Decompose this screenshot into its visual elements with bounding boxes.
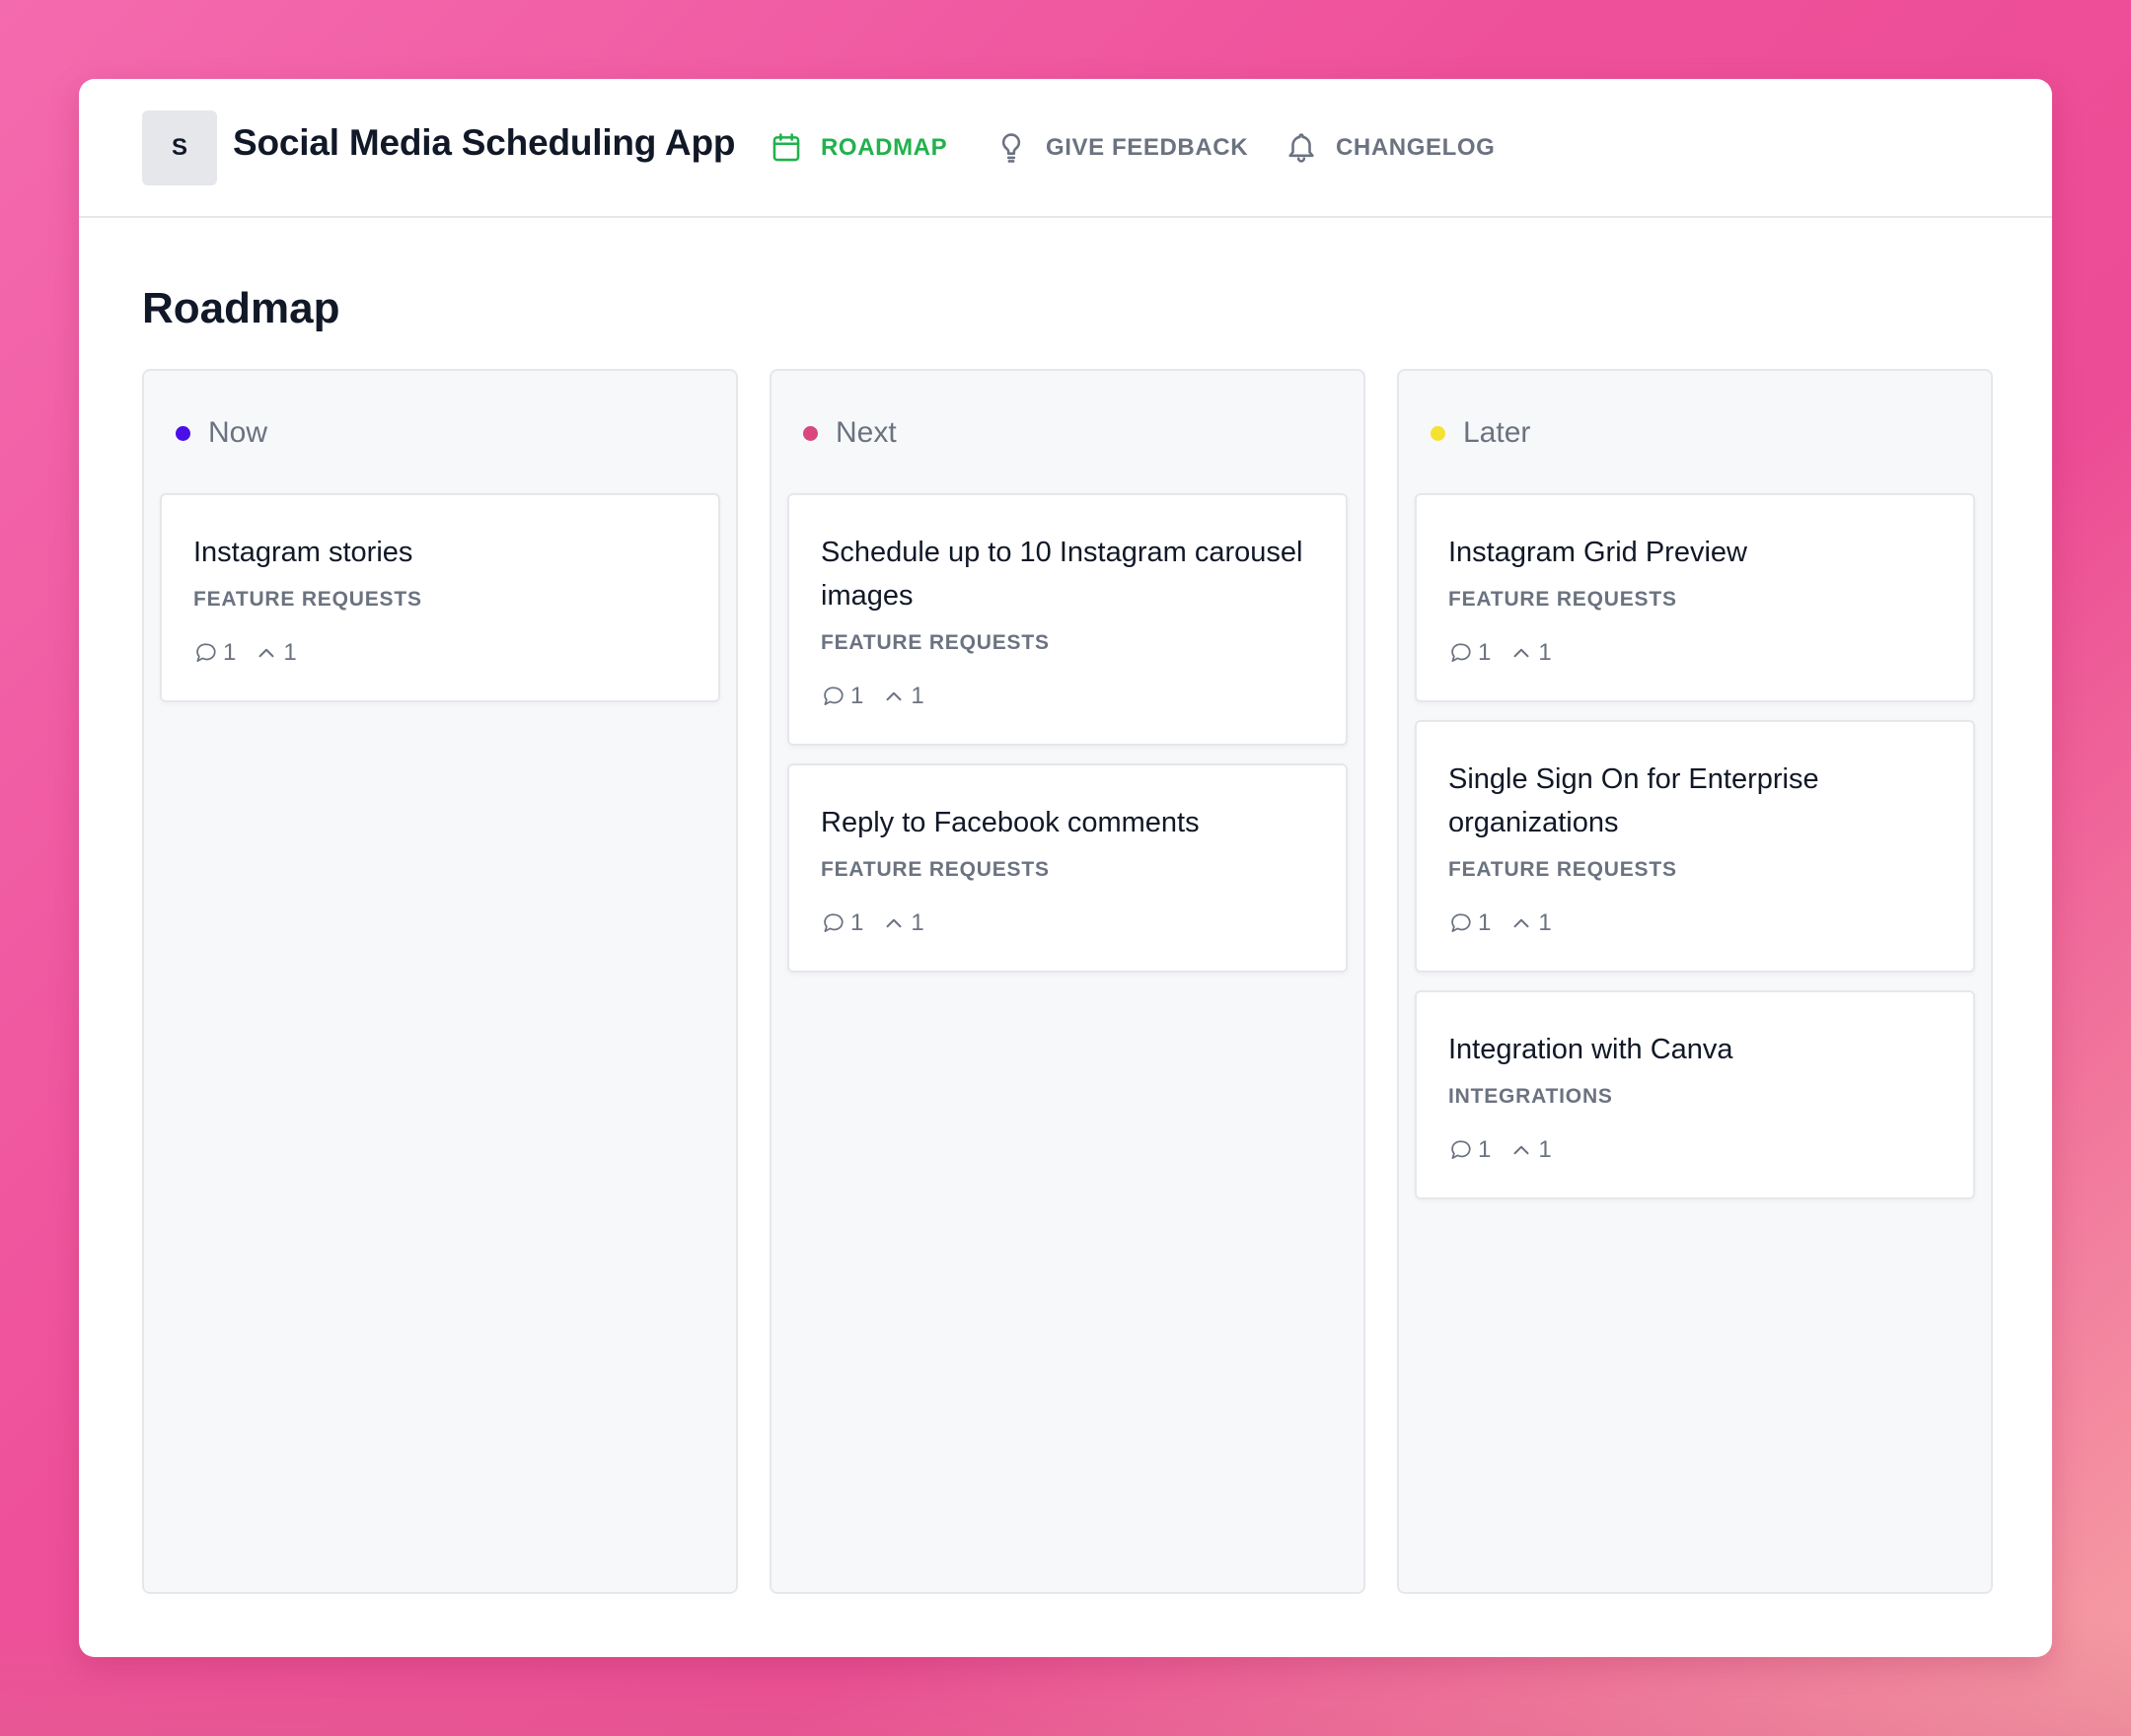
roadmap-card[interactable]: Instagram Grid Preview FEATURE REQUESTS …	[1415, 493, 1975, 702]
comment-icon	[1451, 643, 1471, 662]
card-title: Instagram stories	[193, 537, 413, 568]
roadmap-column-later: Later Instagram Grid Preview FEATURE REQ…	[1397, 369, 1993, 1594]
column-title: Later	[1463, 416, 1531, 449]
column-header: Later	[1431, 416, 1530, 450]
nav-changelog-label: CHANGELOG	[1336, 134, 1496, 161]
card-list: Schedule up to 10 Instagram carousel ima…	[787, 493, 1348, 973]
comment-count: 1	[193, 639, 236, 667]
roadmap-card[interactable]: Reply to Facebook comments FEATURE REQUE…	[787, 763, 1348, 973]
calendar-icon	[772, 133, 800, 162]
nav-changelog[interactable]: CHANGELOG	[1285, 128, 1495, 168]
card-category: FEATURE REQUESTS	[821, 858, 1050, 881]
app-window: S Social Media Scheduling App ROADMAP GI…	[79, 79, 2052, 1657]
upvote-count-value: 1	[911, 909, 924, 936]
app-title[interactable]: Social Media Scheduling App	[233, 122, 735, 164]
nav-give-feedback-label: GIVE FEEDBACK	[1046, 134, 1249, 161]
comment-count-value: 1	[1478, 1136, 1492, 1163]
comment-icon	[196, 643, 216, 662]
comment-count-value: 1	[1478, 909, 1492, 936]
card-meta: 1 1	[1448, 639, 1942, 667]
roadmap-column-now: Now Instagram stories FEATURE REQUESTS 1…	[142, 369, 738, 1594]
nav-give-feedback[interactable]: GIVE FEEDBACK	[994, 128, 1248, 168]
card-category: INTEGRATIONS	[1448, 1085, 1613, 1108]
comment-icon	[1451, 913, 1471, 932]
comment-count: 1	[1448, 1136, 1491, 1164]
status-dot	[803, 425, 818, 441]
comment-count-value: 1	[223, 639, 237, 666]
lightbulb-icon	[1001, 133, 1021, 163]
roadmap-card[interactable]: Integration with Canva INTEGRATIONS 1 1	[1415, 990, 1975, 1199]
chevron-up-icon	[886, 691, 902, 701]
comment-count: 1	[1448, 639, 1491, 667]
upvote-count-value: 1	[911, 683, 924, 709]
page-title: Roadmap	[142, 284, 340, 332]
status-dot	[1431, 425, 1445, 441]
comment-icon	[824, 687, 844, 705]
card-category: FEATURE REQUESTS	[1448, 588, 1677, 611]
chevron-up-icon	[1513, 918, 1529, 928]
comment-icon	[1451, 1140, 1471, 1159]
card-category: FEATURE REQUESTS	[1448, 858, 1677, 881]
bell-icon	[1288, 133, 1314, 163]
card-title: Instagram Grid Preview	[1448, 537, 1747, 568]
card-category: FEATURE REQUESTS	[821, 631, 1050, 654]
column-header: Next	[803, 416, 897, 450]
comment-count-value: 1	[850, 683, 864, 709]
comment-count-value: 1	[850, 909, 864, 936]
status-dot	[176, 425, 190, 441]
roadmap-card[interactable]: Single Sign On for Enterprise organizati…	[1415, 720, 1975, 973]
card-category: FEATURE REQUESTS	[193, 588, 422, 611]
upvote-count-value: 1	[1538, 1136, 1552, 1163]
upvote-count[interactable]: 1	[1508, 909, 1552, 937]
card-meta: 1 1	[193, 639, 687, 667]
chevron-up-icon	[886, 918, 902, 928]
card-list: Instagram stories FEATURE REQUESTS 1 1	[160, 493, 720, 702]
comment-count: 1	[821, 683, 863, 710]
nav-roadmap[interactable]: ROADMAP	[770, 128, 947, 168]
upvote-count-value: 1	[1538, 909, 1552, 936]
comment-icon	[824, 913, 844, 932]
card-title: Reply to Facebook comments	[821, 807, 1200, 838]
chevron-up-icon	[1513, 1145, 1529, 1155]
chevron-up-icon	[258, 648, 274, 658]
card-list: Instagram Grid Preview FEATURE REQUESTS …	[1415, 493, 1975, 1199]
column-header: Now	[176, 416, 267, 450]
nav-roadmap-label: ROADMAP	[821, 134, 948, 161]
comment-count-value: 1	[1478, 639, 1492, 666]
card-meta: 1 1	[821, 683, 1314, 710]
card-meta: 1 1	[821, 909, 1314, 937]
top-navbar: S Social Media Scheduling App ROADMAP GI…	[79, 79, 2052, 218]
comment-count: 1	[1448, 909, 1491, 937]
app-logo[interactable]: S	[142, 110, 217, 185]
card-meta: 1 1	[1448, 1136, 1942, 1164]
roadmap-card[interactable]: Schedule up to 10 Instagram carousel ima…	[787, 493, 1348, 746]
column-title: Next	[836, 416, 897, 449]
roadmap-card[interactable]: Instagram stories FEATURE REQUESTS 1 1	[160, 493, 720, 702]
upvote-count-value: 1	[283, 639, 297, 666]
card-title: Integration with Canva	[1448, 1034, 1733, 1065]
card-title: Single Sign On for Enterprise organizati…	[1448, 763, 1819, 838]
upvote-count[interactable]: 1	[254, 639, 297, 667]
card-meta: 1 1	[1448, 909, 1942, 937]
upvote-count[interactable]: 1	[1508, 1136, 1552, 1164]
upvote-count[interactable]: 1	[1508, 639, 1552, 667]
upvote-count-value: 1	[1538, 639, 1552, 666]
comment-count: 1	[821, 909, 863, 937]
card-title: Schedule up to 10 Instagram carousel ima…	[821, 537, 1303, 612]
upvote-count[interactable]: 1	[881, 683, 924, 710]
column-title: Now	[208, 416, 268, 449]
roadmap-column-next: Next Schedule up to 10 Instagram carouse…	[770, 369, 1365, 1594]
chevron-up-icon	[1513, 648, 1529, 658]
upvote-count[interactable]: 1	[881, 909, 924, 937]
